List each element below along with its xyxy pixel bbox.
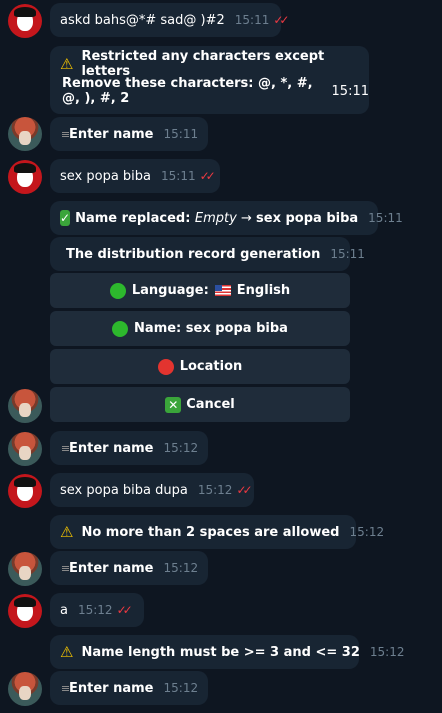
check-mark-icon: ✓: [60, 210, 71, 226]
button-label: Cancel: [186, 397, 235, 412]
message-time: 15:11: [161, 169, 196, 183]
message-text: The distribution record generation: [66, 246, 321, 262]
message-text: Remove these characters: @, *, #, @, ), …: [62, 76, 313, 106]
message-bubble: Enter name 15:12: [50, 431, 208, 465]
message-bubble: sex popa biba 15:11 ✓✓: [50, 159, 220, 193]
user-avatar[interactable]: [8, 4, 42, 38]
message-bubble: sex popa biba dupa 15:12 ✓✓: [50, 473, 254, 507]
message-text: Enter name: [69, 126, 154, 142]
message-bubble: ✓ Name replaced: Empty → sex popa biba 1…: [50, 201, 403, 235]
message-time: 15:11: [368, 211, 403, 225]
read-ticks-icon: ✓✓: [116, 603, 133, 617]
empty-label: Empty: [194, 210, 237, 226]
bot-avatar[interactable]: [8, 389, 42, 423]
bot-avatar[interactable]: [8, 552, 42, 586]
user-avatar[interactable]: [8, 594, 42, 628]
us-flag-icon: [214, 285, 231, 296]
button-label: Name: sex popa biba: [134, 321, 288, 336]
message-text: sex popa biba: [60, 168, 152, 184]
message-bubble: a 15:12 ✓✓: [50, 593, 144, 627]
message-time: 15:11: [330, 247, 365, 261]
message-time: 15:11: [234, 13, 270, 27]
name-button[interactable]: Name: sex popa biba: [50, 311, 350, 346]
message-bubble: ⚠ Name length must be >= 3 and <= 32 15:…: [50, 635, 405, 669]
message-time: 15:12: [349, 525, 385, 539]
message-text: Restricted any characters except letters: [81, 49, 325, 79]
button-label: English: [236, 283, 291, 298]
message-text: Name length must be >= 3 and <= 32: [81, 644, 360, 660]
cross-mark-icon: ✕: [165, 396, 182, 413]
message-text: sex popa biba dupa: [60, 482, 188, 498]
read-ticks-icon: ✓✓: [199, 169, 216, 183]
message-bubble: Enter name 15:12: [50, 671, 208, 705]
message-time: 15:11: [331, 83, 369, 99]
message-bubble: The distribution record generation 15:11: [50, 237, 365, 271]
warning-icon: ⚠: [60, 55, 74, 73]
message-text: Name replaced:: [75, 210, 195, 226]
warning-icon: ⚠: [60, 643, 74, 661]
message-time: 15:12: [197, 483, 233, 497]
language-button[interactable]: Language: English: [50, 273, 350, 308]
button-label: Language:: [131, 283, 209, 298]
button-label: Location: [179, 359, 243, 374]
red-circle-icon: [157, 358, 174, 375]
message-text: Enter name: [69, 560, 154, 576]
user-avatar[interactable]: [8, 474, 42, 508]
message-text: Enter name: [69, 680, 154, 696]
location-button[interactable]: Location: [50, 349, 350, 384]
message-bubble: ⚠ Restricted any characters except lette…: [50, 46, 369, 114]
user-avatar[interactable]: [8, 160, 42, 194]
message-bubble: Enter name 15:11: [50, 117, 208, 151]
name-value: sex popa biba: [256, 210, 359, 226]
green-circle-icon: [112, 320, 129, 337]
read-ticks-icon: ✓✓: [236, 483, 252, 497]
message-time: 15:11: [163, 127, 199, 141]
message-bubble: ⚠ No more than 2 spaces are allowed 15:1…: [50, 515, 384, 549]
message-text: a: [60, 602, 68, 618]
read-ticks-icon: ✓✓: [273, 13, 289, 27]
bot-avatar[interactable]: [8, 672, 42, 706]
message-text: askd bahs@*# sad@ )#2: [60, 12, 225, 28]
message-time: 15:12: [77, 603, 113, 617]
message-time: 15:12: [163, 561, 199, 575]
warning-icon: ⚠: [60, 523, 74, 541]
bot-avatar[interactable]: [8, 117, 42, 151]
arrow-text: →: [236, 210, 257, 226]
cancel-button[interactable]: ✕ Cancel: [50, 387, 350, 422]
message-time: 15:12: [163, 441, 199, 455]
message-time: 15:12: [163, 681, 199, 695]
bot-avatar[interactable]: [8, 432, 42, 466]
message-bubble: Enter name 15:12: [50, 551, 208, 585]
message-time: 15:12: [369, 645, 405, 659]
green-circle-icon: [109, 282, 126, 299]
message-text: No more than 2 spaces are allowed: [81, 524, 340, 540]
message-text: Enter name: [69, 440, 154, 456]
message-bubble: askd bahs@*# sad@ )#2 15:11 ✓✓: [50, 3, 290, 37]
